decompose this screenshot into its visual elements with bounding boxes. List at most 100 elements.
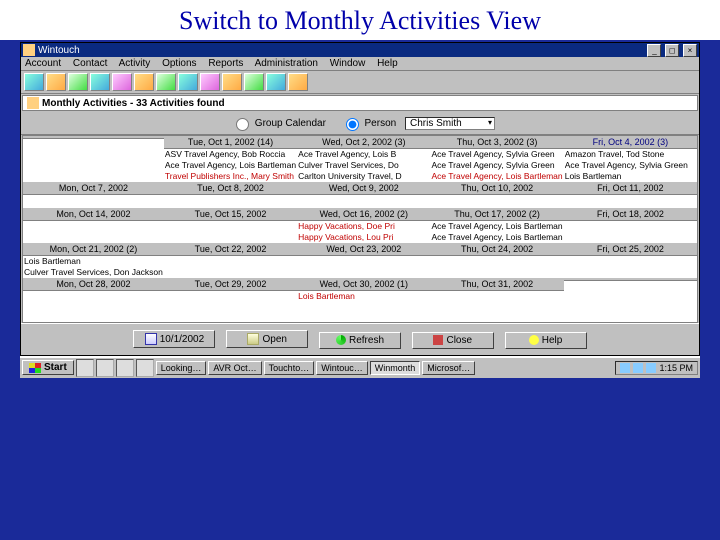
- day-cell[interactable]: Wed, Oct 16, 2002 (2)Happy Vacations, Do…: [297, 208, 430, 243]
- taskbar-task[interactable]: Touchto…: [264, 361, 315, 375]
- system-tray[interactable]: 1:15 PM: [615, 361, 698, 375]
- activity-item[interactable]: Culver Travel Services, Do: [298, 160, 429, 171]
- toolbar-btn-7[interactable]: [156, 73, 176, 91]
- toolbar-btn-2[interactable]: [46, 73, 66, 91]
- tray-clock: 1:15 PM: [659, 363, 693, 373]
- day-cell[interactable]: Wed, Oct 23, 2002: [297, 243, 430, 278]
- activity-item[interactable]: Culver Travel Services, Don Jackson: [24, 267, 163, 278]
- radio-person-label: Person: [365, 118, 397, 129]
- tray-icon-1[interactable]: [620, 363, 630, 373]
- day-cell[interactable]: Mon, Oct 14, 2002: [23, 208, 164, 243]
- activity-item[interactable]: ASV Travel Agency, Bob Roccia: [165, 149, 296, 160]
- toolbar-btn-8[interactable]: [178, 73, 198, 91]
- month-button[interactable]: 10/1/2002: [133, 330, 215, 348]
- day-cell[interactable]: Tue, Oct 8, 2002: [164, 182, 297, 208]
- activity-item[interactable]: Happy Vacations, Lou Pri: [298, 232, 429, 243]
- activity-item[interactable]: Amazon Travel, Tod Stone: [565, 149, 696, 160]
- day-cell[interactable]: Thu, Oct 10, 2002: [430, 182, 563, 208]
- activity-item[interactable]: Ace Travel Agency, Sylvia Green: [431, 149, 562, 160]
- activity-item[interactable]: Lois Bartleman: [298, 291, 429, 302]
- day-cell[interactable]: Mon, Oct 21, 2002 (2)Lois BartlemanCulve…: [23, 243, 164, 278]
- day-cell[interactable]: Fri, Oct 4, 2002 (3)Amazon Travel, Tod S…: [564, 136, 697, 182]
- menu-window[interactable]: Window: [330, 58, 366, 69]
- tray-icon-3[interactable]: [646, 363, 656, 373]
- toolbar-btn-4[interactable]: [90, 73, 110, 91]
- start-button[interactable]: Start: [22, 360, 74, 375]
- quicklaunch-1[interactable]: [76, 359, 94, 377]
- day-cell[interactable]: Thu, Oct 24, 2002: [430, 243, 563, 278]
- day-cell[interactable]: Fri, Oct 18, 2002: [564, 208, 697, 243]
- toolbar-btn-1[interactable]: [24, 73, 44, 91]
- taskbar-task[interactable]: AVR Oct…: [208, 361, 261, 375]
- open-button[interactable]: Open: [226, 330, 308, 348]
- activity-item[interactable]: Lois Bartleman: [24, 256, 163, 267]
- activity-item[interactable]: Ace Travel Agency, Lois B: [298, 149, 429, 160]
- activity-item[interactable]: Lois Bartleman: [565, 171, 696, 182]
- toolbar-btn-9[interactable]: [200, 73, 220, 91]
- maximize-button[interactable]: ◻: [665, 44, 679, 57]
- day-cell[interactable]: Tue, Oct 1, 2002 (14)ASV Travel Agency, …: [164, 136, 297, 182]
- day-cell[interactable]: Fri, Oct 25, 2002: [564, 243, 697, 278]
- day-cell[interactable]: Thu, Oct 17, 2002 (2)Ace Travel Agency, …: [430, 208, 563, 243]
- toolbar-btn-6[interactable]: [134, 73, 154, 91]
- day-cell[interactable]: [564, 278, 697, 322]
- activity-item[interactable]: Ace Travel Agency, Lois Bartleman: [431, 171, 562, 182]
- close-button[interactable]: ×: [683, 44, 697, 57]
- day-cell[interactable]: [23, 136, 164, 182]
- activity-item[interactable]: Travel Publishers Inc., Mary Smith: [165, 171, 296, 182]
- menu-administration[interactable]: Administration: [255, 58, 318, 69]
- refresh-button[interactable]: Refresh: [319, 332, 401, 349]
- activity-item[interactable]: Ace Travel Agency, Sylvia Green: [431, 160, 562, 171]
- toolbar-btn-10[interactable]: [222, 73, 242, 91]
- day-cell[interactable]: Tue, Oct 22, 2002: [164, 243, 297, 278]
- quicklaunch-4[interactable]: [136, 359, 154, 377]
- taskbar-task[interactable]: Microsof…: [422, 361, 475, 375]
- tray-icon-2[interactable]: [633, 363, 643, 373]
- radio-person[interactable]: Person: [341, 118, 396, 129]
- person-select[interactable]: Chris Smith: [405, 117, 495, 130]
- calendar-icon: [145, 333, 157, 345]
- minimize-button[interactable]: _: [647, 44, 661, 57]
- activity-item[interactable]: Carlton University Travel, D: [298, 171, 429, 182]
- toolbar-btn-11[interactable]: [244, 73, 264, 91]
- quicklaunch-2[interactable]: [96, 359, 114, 377]
- activity-item[interactable]: Happy Vacations, Doe Pri: [298, 221, 429, 232]
- activity-item[interactable]: Ace Travel Agency, Lois Bartleman: [165, 160, 296, 171]
- menu-help[interactable]: Help: [377, 58, 398, 69]
- radio-group-calendar[interactable]: Group Calendar: [231, 118, 326, 129]
- toolbar-btn-13[interactable]: [288, 73, 308, 91]
- day-cell[interactable]: Thu, Oct 3, 2002 (3)Ace Travel Agency, S…: [430, 136, 563, 182]
- taskbar-task[interactable]: Wintouc…: [316, 361, 368, 375]
- close-view-button[interactable]: Close: [412, 332, 494, 349]
- day-cell[interactable]: Wed, Oct 9, 2002: [297, 182, 430, 208]
- menu-reports[interactable]: Reports: [208, 58, 243, 69]
- day-cell[interactable]: Mon, Oct 7, 2002: [23, 182, 164, 208]
- month-label: 10/1/2002: [160, 334, 205, 345]
- app-icon: [23, 44, 35, 56]
- taskbar-task[interactable]: Looking…: [156, 361, 207, 375]
- menu-contact[interactable]: Contact: [73, 58, 107, 69]
- day-cell[interactable]: Thu, Oct 31, 2002: [430, 278, 563, 322]
- toolbar-btn-12[interactable]: [266, 73, 286, 91]
- day-cell[interactable]: Mon, Oct 28, 2002: [23, 278, 164, 322]
- day-cell[interactable]: Wed, Oct 2, 2002 (3)Ace Travel Agency, L…: [297, 136, 430, 182]
- day-cell[interactable]: Wed, Oct 30, 2002 (1)Lois Bartleman: [297, 278, 430, 322]
- day-cell[interactable]: Tue, Oct 15, 2002: [164, 208, 297, 243]
- toolbar-btn-5[interactable]: [112, 73, 132, 91]
- day-cell[interactable]: Tue, Oct 29, 2002: [164, 278, 297, 322]
- menu-account[interactable]: Account: [25, 58, 61, 69]
- day-cell[interactable]: Fri, Oct 11, 2002: [564, 182, 697, 208]
- activity-item[interactable]: Ace Travel Agency, Lois Bartleman: [431, 221, 562, 232]
- activity-item[interactable]: Ace Travel Agency, Lois Bartleman: [431, 232, 562, 243]
- taskbar-task[interactable]: Winmonth: [370, 361, 421, 375]
- activity-item[interactable]: Ace Travel Agency, Sylvia Green: [565, 160, 696, 171]
- menu-activity[interactable]: Activity: [119, 58, 151, 69]
- menu-options[interactable]: Options: [162, 58, 196, 69]
- toolbar-btn-3[interactable]: [68, 73, 88, 91]
- day-header: Thu, Oct 10, 2002: [430, 182, 563, 195]
- day-header: Thu, Oct 31, 2002: [430, 278, 563, 291]
- quicklaunch-3[interactable]: [116, 359, 134, 377]
- calendar-grid: Tue, Oct 1, 2002 (14)ASV Travel Agency, …: [22, 135, 698, 323]
- help-button[interactable]: Help: [505, 332, 587, 349]
- day-header: Mon, Oct 14, 2002: [23, 208, 164, 221]
